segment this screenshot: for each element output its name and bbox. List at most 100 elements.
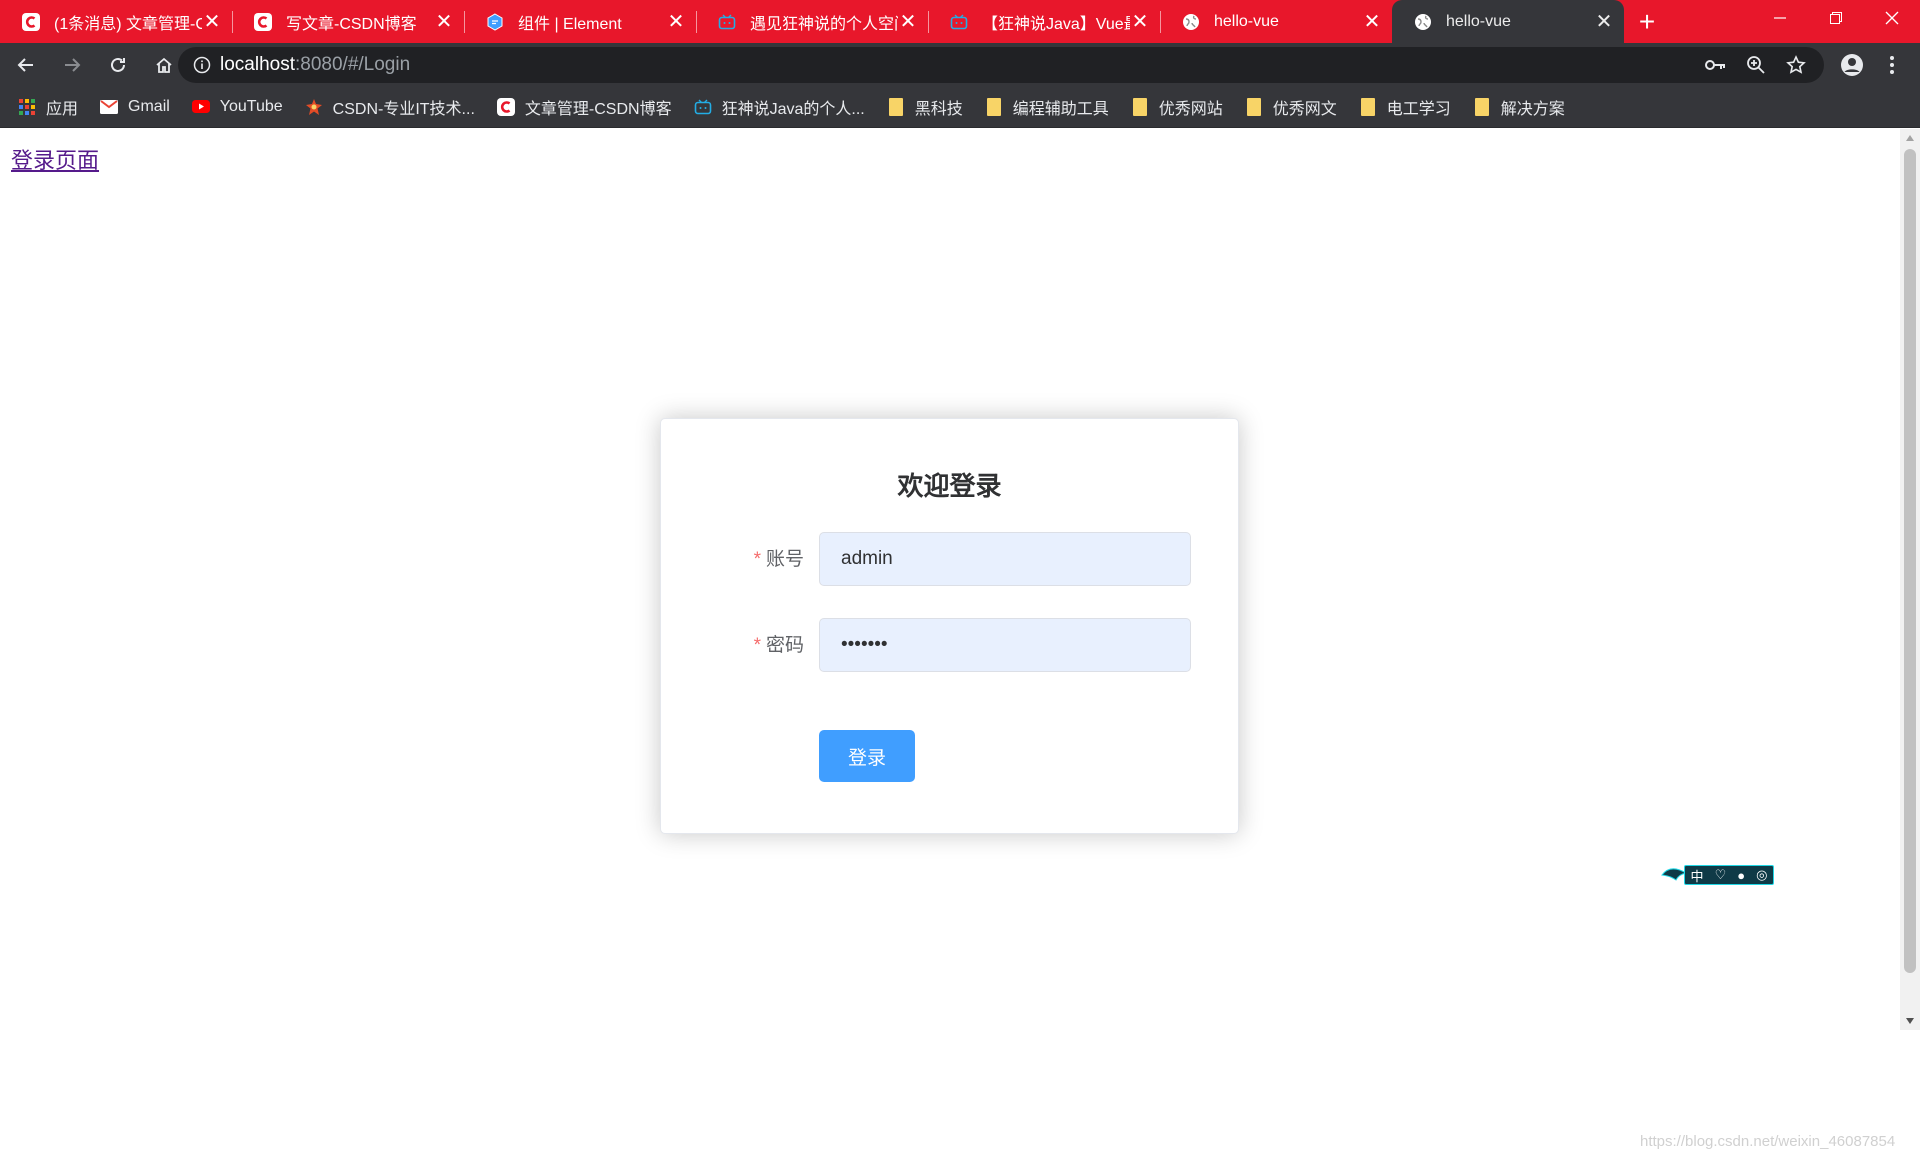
tab-close-icon[interactable]: ✕ bbox=[1594, 12, 1614, 32]
minimize-button[interactable] bbox=[1752, 0, 1808, 36]
reload-button[interactable] bbox=[98, 45, 138, 85]
url-path: :8080/#/Login bbox=[295, 54, 411, 75]
url-text: localhost:8080/#/Login bbox=[220, 54, 410, 76]
bookmark-item[interactable]: 编程辅助工具 bbox=[985, 95, 1109, 119]
bookmark-label: CSDN-专业IT技术... bbox=[332, 100, 475, 118]
required-mark: * bbox=[753, 635, 761, 656]
bookmark-label: 解决方案 bbox=[1500, 100, 1565, 118]
folder-icon bbox=[887, 97, 905, 116]
site-info-icon[interactable] bbox=[184, 56, 220, 74]
widget-glyph[interactable]: ● bbox=[1737, 868, 1745, 883]
password-row: * 密码 bbox=[661, 618, 1238, 674]
bookmark-star-icon[interactable] bbox=[1776, 47, 1816, 83]
widget-glyph[interactable]: 中 bbox=[1691, 866, 1704, 885]
profile-avatar-icon[interactable] bbox=[1832, 43, 1872, 86]
tab-2[interactable]: 写文章-CSDN博客 ✕ bbox=[232, 0, 464, 43]
folder-icon bbox=[1245, 97, 1263, 116]
bookmark-item[interactable]: CSDN-专业IT技术... bbox=[305, 95, 475, 119]
login-submit-button[interactable]: 登录 bbox=[819, 730, 915, 782]
csdn-icon bbox=[254, 12, 272, 31]
home-icon bbox=[156, 57, 172, 73]
close-window-button[interactable] bbox=[1864, 0, 1920, 36]
new-tab-button[interactable]: + bbox=[1624, 0, 1670, 43]
scroll-up-arrow-icon[interactable] bbox=[1900, 129, 1920, 147]
tab-title: 组件 | Element bbox=[518, 15, 622, 33]
account-label-text: 账号 bbox=[765, 549, 804, 570]
bookmark-item[interactable]: 优秀网站 bbox=[1131, 95, 1223, 119]
password-key-icon[interactable] bbox=[1696, 47, 1736, 83]
minimize-icon bbox=[1774, 17, 1786, 19]
bilibili-icon bbox=[950, 13, 968, 31]
bookmark-label: 优秀网站 bbox=[1158, 100, 1223, 118]
forward-button[interactable] bbox=[52, 45, 92, 85]
zoom-icon[interactable] bbox=[1736, 47, 1776, 83]
bookmark-item[interactable]: 优秀网文 bbox=[1245, 95, 1337, 119]
globe-icon bbox=[1182, 13, 1200, 31]
tab-1[interactable]: (1条消息) 文章管理-CSDN博客✕ bbox=[0, 0, 232, 43]
bookmark-label: Gmail bbox=[128, 97, 170, 115]
url-host: localhost bbox=[220, 54, 295, 75]
bookmark-label: YouTube bbox=[219, 97, 283, 115]
login-page-link[interactable]: 登录页面 bbox=[11, 143, 99, 175]
folder-icon bbox=[1473, 97, 1491, 116]
bookmark-item[interactable]: 狂神说Java的个人... bbox=[694, 95, 865, 119]
scroll-thumb[interactable] bbox=[1904, 149, 1916, 973]
widget-body: 中 ♡ ● ◎ bbox=[1684, 865, 1774, 885]
scroll-down-arrow-icon[interactable] bbox=[1900, 1012, 1920, 1030]
bilibili-icon bbox=[718, 13, 736, 31]
tab-7[interactable]: hello-vue ✕ bbox=[1392, 0, 1624, 43]
folder-icon bbox=[985, 97, 1003, 116]
bookmark-item[interactable]: 文章管理-CSDN博客 bbox=[496, 95, 672, 119]
csdn-icon bbox=[496, 97, 515, 116]
omnibox-actions bbox=[1696, 47, 1816, 83]
bilibili-icon bbox=[694, 98, 712, 116]
widget-glyph[interactable]: ◎ bbox=[1756, 867, 1767, 883]
account-row: * 账号 bbox=[661, 532, 1238, 588]
login-title: 欢迎登录 bbox=[897, 471, 1002, 501]
bookmark-item[interactable]: 黑科技 bbox=[887, 95, 963, 119]
tab-close-icon[interactable]: ✕ bbox=[666, 12, 686, 32]
restore-button[interactable] bbox=[1808, 0, 1864, 36]
bookmark-item[interactable]: 电工学习 bbox=[1359, 95, 1451, 119]
bookmark-label: 编程辅助工具 bbox=[1012, 100, 1109, 118]
address-bar[interactable]: localhost:8080/#/Login bbox=[178, 47, 1824, 83]
bookmark-label: 文章管理-CSDN博客 bbox=[524, 100, 672, 118]
bookmark-label: 狂神说Java的个人... bbox=[721, 100, 865, 118]
tab-close-icon[interactable]: ✕ bbox=[1362, 12, 1382, 32]
bookmark-item[interactable]: 解决方案 bbox=[1473, 95, 1565, 119]
tab-title: 写文章-CSDN博客 bbox=[286, 15, 417, 33]
bookmark-label: 电工学习 bbox=[1386, 100, 1451, 118]
tab-4[interactable]: 遇见狂神说的个人空间 ✕ bbox=[696, 0, 928, 43]
tab-close-icon[interactable]: ✕ bbox=[898, 12, 918, 32]
toolbar-right bbox=[1832, 43, 1912, 86]
tab-title: (1条消息) 文章管理-CSDN博客 bbox=[54, 15, 202, 33]
bookmark-item[interactable]: YouTube bbox=[191, 97, 283, 116]
watermark: https://blog.csdn.net/weixin_46087854 bbox=[1640, 1133, 1896, 1150]
tab-3[interactable]: 组件 | Element ✕ bbox=[464, 0, 696, 43]
menu-kebab-icon[interactable] bbox=[1872, 43, 1912, 86]
tab-close-icon[interactable]: ✕ bbox=[434, 12, 454, 32]
csdn-logo-icon bbox=[305, 98, 323, 116]
bookmark-label: 优秀网文 bbox=[1272, 100, 1337, 118]
tab-title: hello-vue bbox=[1214, 12, 1279, 30]
required-mark: * bbox=[753, 549, 761, 570]
floating-toolbar-widget[interactable]: 中 ♡ ● ◎ bbox=[1660, 864, 1775, 886]
globe-icon bbox=[1414, 13, 1432, 31]
account-input[interactable] bbox=[819, 532, 1191, 586]
apps-grid-icon bbox=[18, 98, 36, 116]
bookmarks-bar: 应用 Gmail YouTube CSDN-专业IT技术... 文章管理-CSDN博客 狂… bbox=[0, 86, 1920, 128]
tab-close-icon[interactable]: ✕ bbox=[1130, 12, 1150, 32]
tab-close-icon[interactable]: ✕ bbox=[202, 12, 222, 32]
bookmark-item[interactable]: 应用 bbox=[18, 95, 78, 119]
password-input[interactable] bbox=[819, 618, 1191, 672]
tab-5[interactable]: 【狂神说Java】Vue最新✕ bbox=[928, 0, 1160, 43]
bookmark-label: 应用 bbox=[46, 100, 79, 118]
back-button[interactable] bbox=[6, 45, 46, 85]
bookmark-item[interactable]: Gmail bbox=[100, 98, 170, 116]
bookmark-label: 黑科技 bbox=[914, 100, 963, 118]
vertical-scrollbar[interactable] bbox=[1900, 129, 1920, 1030]
password-label-text: 密码 bbox=[765, 635, 804, 656]
tab-6[interactable]: hello-vue ✕ bbox=[1160, 0, 1392, 43]
tab-title: 遇见狂神说的个人空间 bbox=[750, 15, 898, 33]
widget-glyph[interactable]: ♡ bbox=[1715, 867, 1727, 883]
